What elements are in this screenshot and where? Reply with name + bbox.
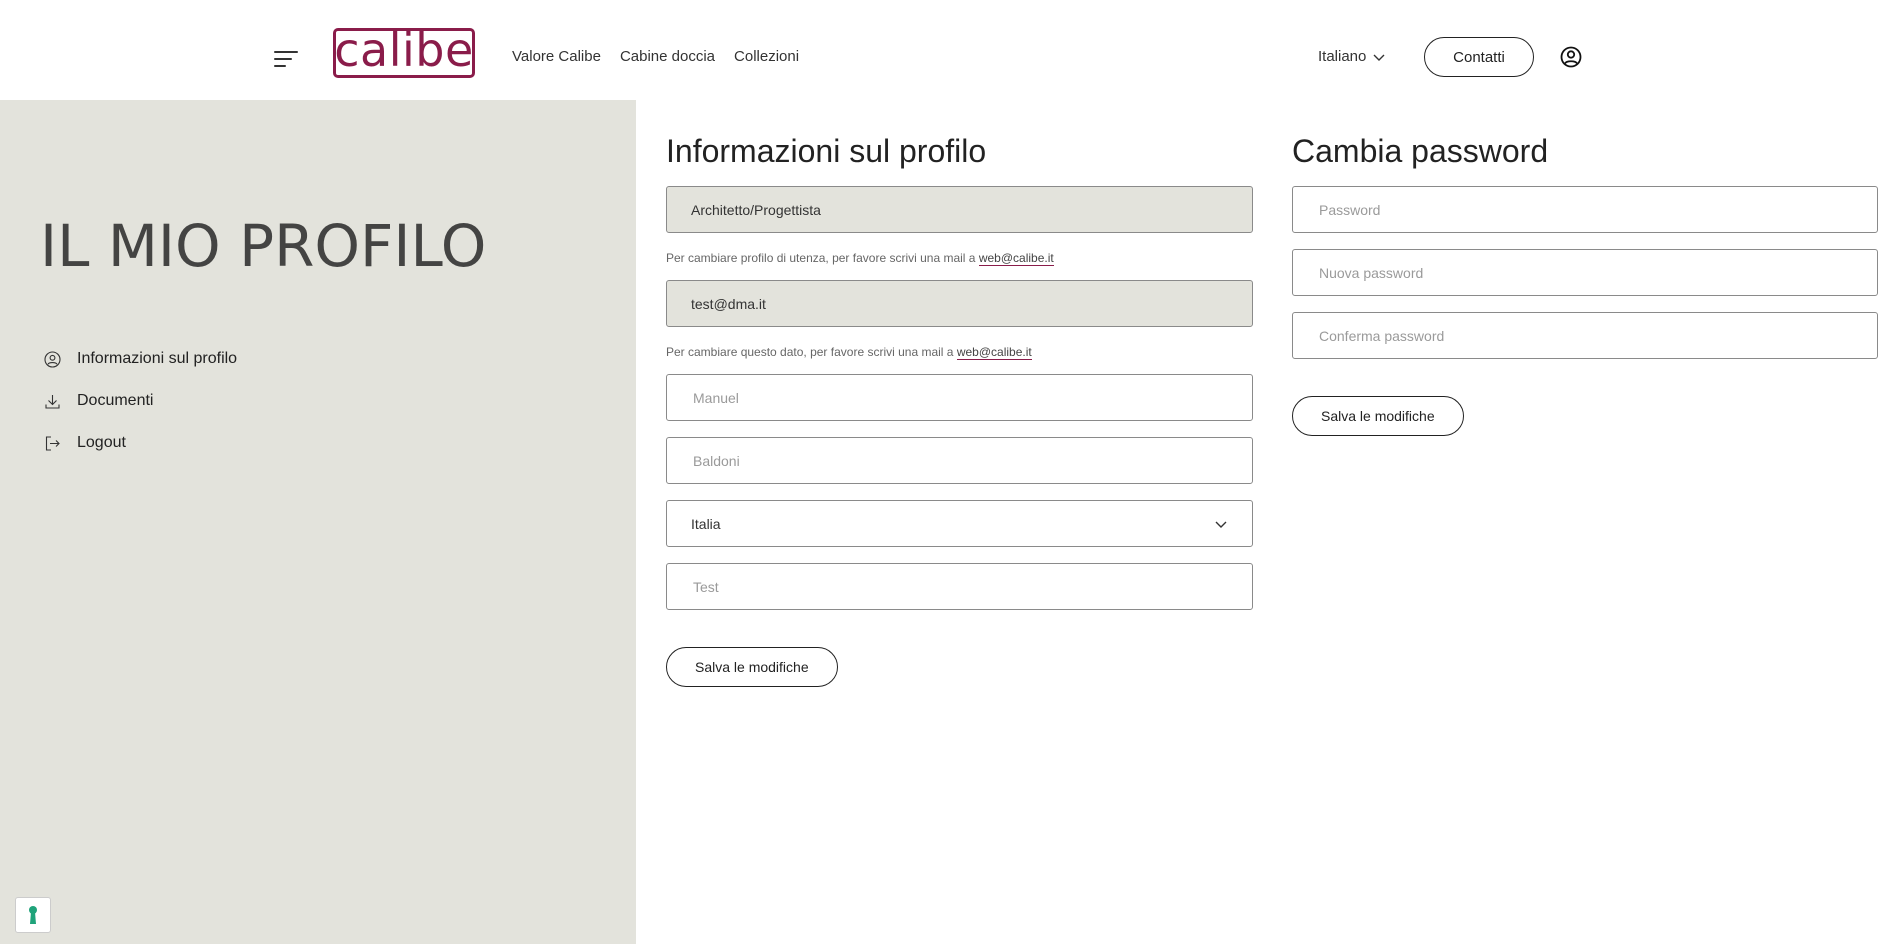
chevron-down-icon xyxy=(1215,521,1227,528)
sidebar-item-documents[interactable]: Documenti xyxy=(44,380,237,422)
company-input[interactable] xyxy=(691,577,1228,596)
new-password-field[interactable] xyxy=(1292,249,1878,296)
profile-info-section: Informazioni sul profilo Architetto/Prog… xyxy=(666,132,1253,687)
current-password-field[interactable] xyxy=(1292,186,1878,233)
first-name-field[interactable] xyxy=(666,374,1253,421)
profile-section-title: Informazioni sul profilo xyxy=(666,133,987,169)
current-password-input[interactable] xyxy=(1317,200,1853,219)
site-header: calibe Valore Calibe Cabine doccia Colle… xyxy=(0,0,1900,100)
cookie-consent-button[interactable] xyxy=(15,897,51,933)
contact-email-link[interactable]: web@calibe.it xyxy=(978,251,1054,266)
change-password-section: Cambia password Salva le modifiche xyxy=(1292,132,1878,436)
contact-button[interactable]: Contatti xyxy=(1424,37,1534,77)
profile-menu: Informazioni sul profilo Documenti Logou… xyxy=(44,338,237,464)
confirm-password-field[interactable] xyxy=(1292,312,1878,359)
user-circle-icon xyxy=(44,350,61,368)
profile-type-field: Architetto/Progettista xyxy=(666,186,1253,233)
save-password-button[interactable]: Salva le modifiche xyxy=(1292,396,1464,436)
nav-valore-calibe[interactable]: Valore Calibe xyxy=(512,48,601,65)
nav-collezioni[interactable]: Collezioni xyxy=(734,48,799,65)
email-value: test@dma.it xyxy=(691,295,766,312)
user-account-icon[interactable] xyxy=(1560,46,1582,68)
download-icon xyxy=(45,394,60,409)
sidebar-item-label: Informazioni sul profilo xyxy=(77,350,238,367)
new-password-input[interactable] xyxy=(1317,263,1853,282)
country-select[interactable]: Italia xyxy=(666,500,1253,547)
profile-sidebar: IL MIO PROFILO Informazioni sul profilo … xyxy=(0,100,636,944)
language-selector[interactable]: Italiano xyxy=(1318,48,1386,65)
main-nav: Valore Calibe Cabine doccia Collezioni xyxy=(512,48,799,65)
first-name-input[interactable] xyxy=(691,388,1228,407)
logout-icon xyxy=(45,435,60,451)
sidebar-item-label: Logout xyxy=(77,434,126,451)
confirm-password-input[interactable] xyxy=(1317,326,1853,345)
keyhole-icon xyxy=(29,906,37,924)
save-profile-button[interactable]: Salva le modifiche xyxy=(666,647,838,687)
sidebar-item-logout[interactable]: Logout xyxy=(44,422,237,464)
email-field: test@dma.it xyxy=(666,280,1253,327)
hint-text: Per cambiare profilo di utenza, per favo… xyxy=(666,251,976,265)
company-field[interactable] xyxy=(666,563,1253,610)
sidebar-item-label: Documenti xyxy=(77,392,154,409)
email-hint: Per cambiare questo dato, per favore scr… xyxy=(666,345,1253,360)
brand-logo[interactable]: calibe xyxy=(333,23,475,78)
country-value: Italia xyxy=(691,515,721,532)
hint-text: Per cambiare questo dato, per favore scr… xyxy=(666,345,954,359)
profile-type-hint: Per cambiare profilo di utenza, per favo… xyxy=(666,251,1253,266)
language-label: Italiano xyxy=(1318,48,1367,65)
nav-cabine-doccia[interactable]: Cabine doccia xyxy=(620,48,715,65)
password-section-title: Cambia password xyxy=(1292,133,1549,169)
contact-email-link[interactable]: web@calibe.it xyxy=(956,345,1032,360)
menu-icon[interactable] xyxy=(274,49,302,69)
profile-type-value: Architetto/Progettista xyxy=(691,201,821,218)
last-name-input[interactable] xyxy=(691,451,1228,470)
last-name-field[interactable] xyxy=(666,437,1253,484)
chevron-down-icon xyxy=(1373,54,1385,61)
page-title: IL MIO PROFILO xyxy=(40,212,487,280)
brand-logo-text: calibe xyxy=(334,23,474,77)
sidebar-item-profile-info[interactable]: Informazioni sul profilo xyxy=(44,338,237,380)
